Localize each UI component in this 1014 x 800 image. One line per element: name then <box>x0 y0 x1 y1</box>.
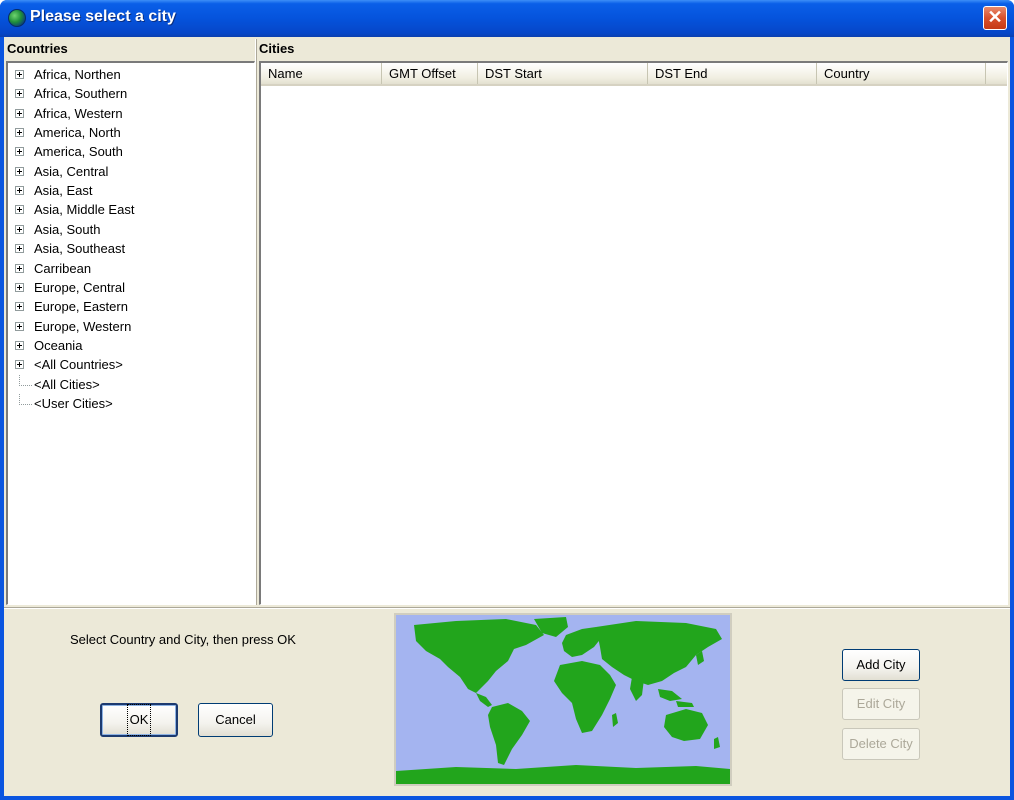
tree-item[interactable]: <User Cities> <box>8 393 253 413</box>
expand-plus-icon[interactable] <box>15 244 24 254</box>
column-header[interactable]: Name <box>261 63 382 84</box>
tree-item[interactable]: Asia, Southeast <box>8 239 253 258</box>
expand-plus-icon[interactable] <box>15 147 24 157</box>
pane-splitter[interactable] <box>255 39 257 605</box>
edit-city-button[interactable]: Edit City <box>842 688 920 720</box>
expand-plus-icon[interactable] <box>15 302 24 312</box>
tree-item-label[interactable]: Africa, Northen <box>34 65 121 84</box>
tree-item-label[interactable]: Asia, Central <box>34 162 108 181</box>
tree-item[interactable]: Asia, East <box>8 181 253 200</box>
tree-item[interactable]: Europe, Western <box>8 317 253 336</box>
tree-item[interactable]: Europe, Central <box>8 278 253 297</box>
divider <box>4 607 1010 609</box>
tree-item-label[interactable]: Europe, Eastern <box>34 297 128 316</box>
ok-button[interactable]: OK <box>100 703 178 737</box>
column-header-filler <box>986 63 1007 84</box>
expand-plus-icon[interactable] <box>15 224 24 234</box>
expand-plus-icon[interactable] <box>15 263 24 273</box>
window-title: Please select a city <box>30 8 176 25</box>
tree-item-label[interactable]: Africa, Southern <box>34 84 127 103</box>
expand-plus-icon[interactable] <box>15 108 24 118</box>
world-map-icon <box>396 617 730 784</box>
tree-item[interactable]: America, South <box>8 142 253 161</box>
instruction-text: Select Country and City, then press OK <box>70 632 296 647</box>
tree-item-label[interactable]: Oceania <box>34 336 82 355</box>
tree-item-label[interactable]: Carribean <box>34 259 91 278</box>
tree-item[interactable]: America, North <box>8 123 253 142</box>
tree-item[interactable]: Asia, Central <box>8 162 253 181</box>
expand-plus-icon[interactable] <box>15 205 24 215</box>
tree-item-label[interactable]: Europe, Western <box>34 317 131 336</box>
expand-plus-icon[interactable] <box>15 128 24 138</box>
tree-item[interactable]: <All Countries> <box>8 355 253 374</box>
tree-item[interactable]: Africa, Northen <box>8 65 253 84</box>
expand-plus-icon[interactable] <box>15 282 24 292</box>
tree-item-label[interactable]: Asia, Southeast <box>34 239 125 258</box>
tree-item[interactable]: <All Cities> <box>8 374 253 394</box>
tree-item[interactable]: Asia, South <box>8 220 253 239</box>
tree-item-label[interactable]: Asia, East <box>34 181 93 200</box>
tree-item-label[interactable]: Asia, South <box>34 220 101 239</box>
tree-item-label[interactable]: <All Countries> <box>34 355 123 374</box>
tree-item-label[interactable]: <All Cities> <box>34 375 100 394</box>
dialog-window: Please select a city ✕ Countries Cities … <box>0 0 1014 800</box>
column-header[interactable]: Country <box>817 63 986 84</box>
globe-icon <box>8 9 26 27</box>
add-city-button[interactable]: Add City <box>842 649 920 681</box>
countries-tree[interactable]: Africa, Northen Africa, Southern Africa, W… <box>6 61 255 605</box>
ok-button-label: OK <box>126 704 152 736</box>
tree-item[interactable]: Europe, Eastern <box>8 297 253 316</box>
expand-plus-icon[interactable] <box>15 166 24 176</box>
countries-label: Countries <box>7 41 68 56</box>
column-header[interactable]: DST Start <box>478 63 648 84</box>
expand-plus-icon[interactable] <box>15 70 24 79</box>
expand-plus-icon[interactable] <box>15 89 24 99</box>
column-header[interactable]: GMT Offset <box>382 63 478 84</box>
tree-item-label[interactable]: <User Cities> <box>34 394 113 413</box>
close-button[interactable]: ✕ <box>983 6 1007 30</box>
column-header[interactable]: DST End <box>648 63 817 84</box>
tree-item[interactable]: Africa, Southern <box>8 84 253 103</box>
cities-column-headers: Name GMT Offset DST Start DST End Country <box>261 63 1007 86</box>
tree-item[interactable]: Africa, Western <box>8 104 253 123</box>
tree-item-label[interactable]: America, North <box>34 123 121 142</box>
expand-plus-icon[interactable] <box>15 360 24 370</box>
expand-plus-icon[interactable] <box>15 340 24 350</box>
dialog-client: Countries Cities Africa, Northen Africa, … <box>4 37 1010 796</box>
cities-label: Cities <box>259 41 295 56</box>
tree-item-label[interactable]: Africa, Western <box>34 104 123 123</box>
title-bar[interactable]: Please select a city ✕ <box>0 0 1014 37</box>
world-map-image[interactable] <box>394 613 732 786</box>
expand-plus-icon[interactable] <box>15 186 24 196</box>
tree-connector-line <box>19 393 32 405</box>
cancel-button[interactable]: Cancel <box>198 703 273 737</box>
tree-item-label[interactable]: Asia, Middle East <box>34 200 134 219</box>
tree-item[interactable]: Carribean <box>8 259 253 278</box>
cities-list[interactable]: Name GMT Offset DST Start DST End Country <box>259 61 1008 605</box>
tree-connector-line <box>19 374 32 386</box>
expand-plus-icon[interactable] <box>15 321 24 331</box>
tree-item[interactable]: Oceania <box>8 336 253 355</box>
delete-city-button[interactable]: Delete City <box>842 728 920 760</box>
tree-item[interactable]: Asia, Middle East <box>8 200 253 219</box>
tree-item-label[interactable]: America, South <box>34 142 123 161</box>
tree-item-label[interactable]: Europe, Central <box>34 278 125 297</box>
